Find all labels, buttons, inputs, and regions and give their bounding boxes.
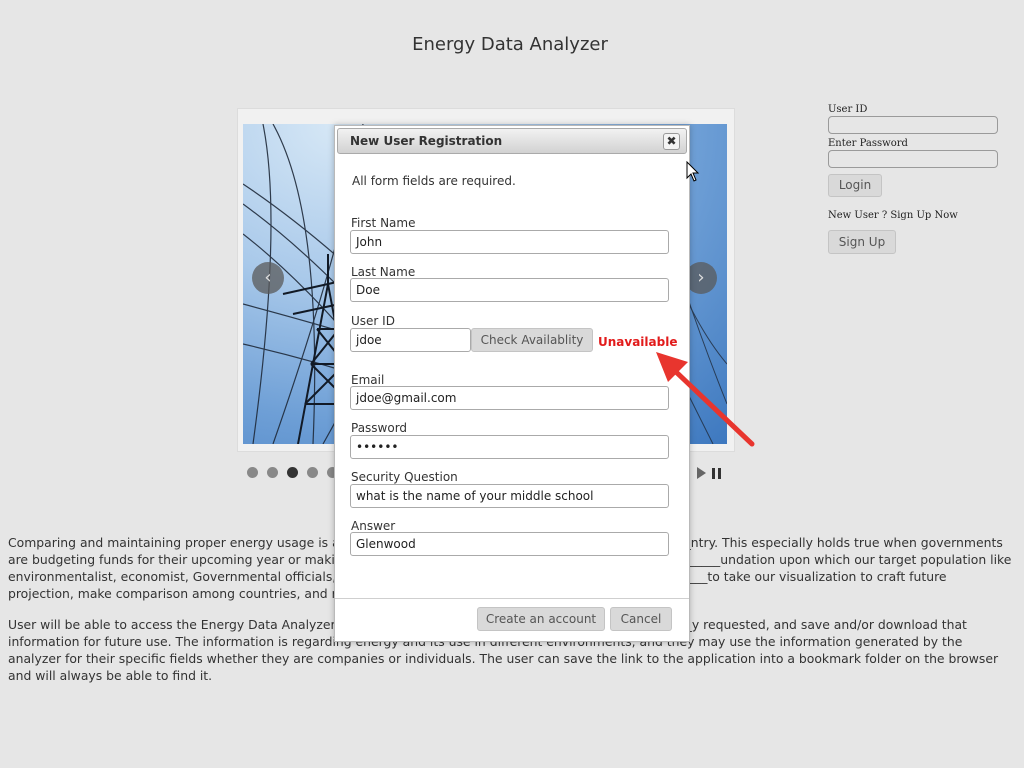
first-name-label: First Name: [351, 216, 416, 230]
security-question-label: Security Question: [351, 470, 458, 484]
carousel-dot[interactable]: [247, 467, 258, 478]
chevron-right-icon: ›: [697, 267, 705, 288]
security-question-input[interactable]: what is the name of your middle school: [350, 484, 669, 508]
last-name-input[interactable]: Doe: [350, 278, 669, 302]
user-id-label: User ID: [828, 104, 868, 115]
cancel-button[interactable]: Cancel: [610, 607, 672, 631]
registration-dialog: New User Registration ✖ All form fields …: [334, 125, 690, 642]
page-title: Energy Data Analyzer: [412, 34, 608, 55]
carousel-dot[interactable]: [307, 467, 318, 478]
dialog-titlebar[interactable]: New User Registration ✖: [337, 128, 687, 154]
check-availability-button[interactable]: Check Availablity: [471, 328, 593, 352]
close-icon[interactable]: ✖: [663, 133, 680, 150]
carousel-dot-active[interactable]: [287, 467, 298, 478]
pause-icon[interactable]: [712, 468, 722, 479]
login-user-id-input[interactable]: [828, 116, 998, 134]
password-input[interactable]: ••••••: [350, 435, 669, 459]
last-name-label: Last Name: [351, 265, 416, 279]
password-label: Password: [351, 421, 408, 435]
mouse-cursor-icon: [686, 161, 700, 182]
signup-button[interactable]: Sign Up: [828, 230, 896, 254]
first-name-input[interactable]: John: [350, 230, 669, 254]
password-label: Enter Password: [828, 138, 908, 149]
login-button[interactable]: Login: [828, 174, 882, 197]
new-user-text: New User ? Sign Up Now: [828, 210, 958, 221]
annotation-arrow-icon: [656, 352, 755, 447]
user-id-input[interactable]: jdoe: [350, 328, 471, 352]
chevron-left-icon: ‹: [264, 267, 272, 288]
create-account-button[interactable]: Create an account: [477, 607, 605, 631]
login-panel: User ID Enter Password Login New User ? …: [828, 104, 1000, 254]
email-input[interactable]: jdoe@gmail.com: [350, 386, 669, 410]
carousel-prev-button[interactable]: ‹: [252, 262, 284, 294]
answer-input[interactable]: Glenwood: [350, 532, 669, 556]
dialog-title: New User Registration: [350, 134, 503, 148]
play-icon[interactable]: [697, 467, 706, 479]
email-label: Email: [351, 373, 385, 387]
login-password-input[interactable]: [828, 150, 998, 168]
required-note: All form fields are required.: [352, 174, 516, 188]
answer-label: Answer: [351, 519, 396, 533]
dialog-divider: [335, 598, 689, 599]
carousel-dot[interactable]: [267, 467, 278, 478]
user-id-label: User ID: [351, 314, 395, 328]
